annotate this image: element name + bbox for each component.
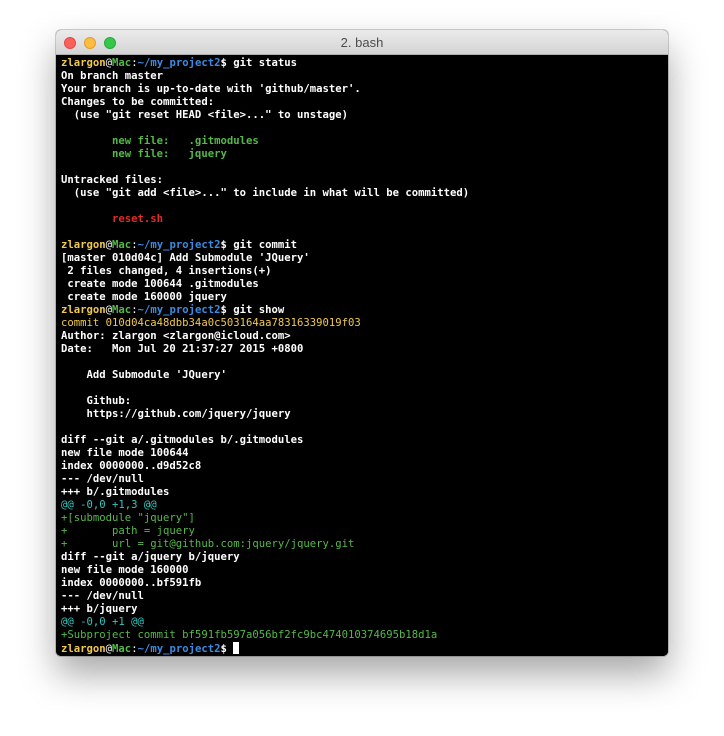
commit-message-line: Github:: [61, 395, 132, 407]
terminal-content[interactable]: zlargon@Mac:~/my_project2$ git status On…: [56, 55, 668, 656]
output-line: Your branch is up-to-date with 'github/m…: [61, 83, 361, 95]
output-line: (use "git add <file>..." to include in w…: [61, 187, 470, 199]
diff-plus-line: +++ b/.gitmodules: [61, 486, 170, 498]
prompt-path: ~/my_project2: [137, 239, 221, 251]
diff-header-line: diff --git a/.gitmodules b/.gitmodules: [61, 434, 304, 446]
output-line: On branch master: [61, 70, 164, 82]
diff-added-line: +Subproject commit bf591fb597a056bf2fc9b…: [61, 629, 438, 641]
prompt-path: ~/my_project2: [137, 304, 221, 316]
command-text: git commit: [233, 239, 298, 251]
command-text: git show: [233, 304, 285, 316]
output-line: create mode 100644 .gitmodules: [61, 278, 259, 290]
output-line: create mode 160000 jquery: [61, 291, 227, 303]
prompt-host: Mac: [112, 643, 132, 655]
author-line: Author: zlargon <zlargon@icloud.com>: [61, 330, 291, 342]
diff-added-line: +[submodule "jquery"]: [61, 512, 195, 524]
prompt-user: zlargon: [61, 57, 106, 69]
prompt-path: ~/my_project2: [137, 57, 221, 69]
diff-minus-line: --- /dev/null: [61, 590, 144, 602]
diff-added-line: + url = git@github.com:jquery/jquery.git: [61, 538, 355, 550]
date-line: Date: Mon Jul 20 21:37:27 2015 +0800: [61, 343, 304, 355]
diff-index-line: index 0000000..bf591fb: [61, 577, 202, 589]
output-line: Untracked files:: [61, 174, 164, 186]
prompt-dollar: $: [220, 643, 234, 655]
prompt-user: zlargon: [61, 239, 106, 251]
staged-file-line: new file: .gitmodules: [61, 135, 259, 147]
diff-mode-line: new file mode 160000: [61, 564, 189, 576]
diff-hunk-line: @@ -0,0 +1 @@: [61, 616, 144, 628]
untracked-file-line: reset.sh: [61, 213, 164, 225]
output-line: (use "git reset HEAD <file>..." to unsta…: [61, 109, 349, 121]
commit-message-line: https://github.com/jquery/jquery: [61, 408, 291, 420]
staged-file-line: new file: jquery: [61, 148, 227, 160]
commit-message-line: [61, 382, 663, 395]
diff-hunk-line: @@ -0,0 +1,3 @@: [61, 499, 157, 511]
prompt-dollar: $: [220, 304, 234, 316]
prompt-dollar: $: [220, 57, 234, 69]
title-bar: 2. bash: [56, 30, 668, 55]
output-line: 2 files changed, 4 insertions(+): [61, 265, 272, 277]
prompt-user: zlargon: [61, 304, 106, 316]
prompt-user: zlargon: [61, 643, 106, 655]
diff-mode-line: new file mode 100644: [61, 447, 189, 459]
prompt-host: Mac: [112, 304, 132, 316]
prompt-path: ~/my_project2: [137, 643, 221, 655]
prompt-line: zlargon@Mac:~/my_project2$ git commit: [61, 239, 663, 252]
window-title: 2. bash: [340, 35, 384, 50]
commit-hash-line: commit 010d04ca48dbb34a0c503164aa7831633…: [61, 317, 361, 329]
prompt-line: zlargon@Mac:~/my_project2$: [61, 642, 663, 655]
prompt-host: Mac: [112, 239, 132, 251]
output-line: Changes to be committed:: [61, 96, 215, 108]
diff-added-line: + path = jquery: [61, 525, 195, 537]
commit-message-line: Add Submodule 'JQuery': [61, 369, 227, 381]
prompt-dollar: $: [220, 239, 234, 251]
prompt-line: zlargon@Mac:~/my_project2$ git show: [61, 304, 663, 317]
diff-minus-line: --- /dev/null: [61, 473, 144, 485]
diff-plus-line: +++ b/jquery: [61, 603, 138, 615]
diff-index-line: index 0000000..d9d52c8: [61, 460, 202, 472]
output-line: [master 010d04c] Add Submodule 'JQuery': [61, 252, 310, 264]
prompt-host: Mac: [112, 57, 132, 69]
terminal-window: 2. bash zlargon@Mac:~/my_project2$ git s…: [56, 30, 668, 656]
command-text: git status: [233, 57, 298, 69]
diff-header-line: diff --git a/jquery b/jquery: [61, 551, 240, 563]
text-cursor[interactable]: [233, 642, 240, 654]
prompt-line: zlargon@Mac:~/my_project2$ git status: [61, 57, 663, 70]
